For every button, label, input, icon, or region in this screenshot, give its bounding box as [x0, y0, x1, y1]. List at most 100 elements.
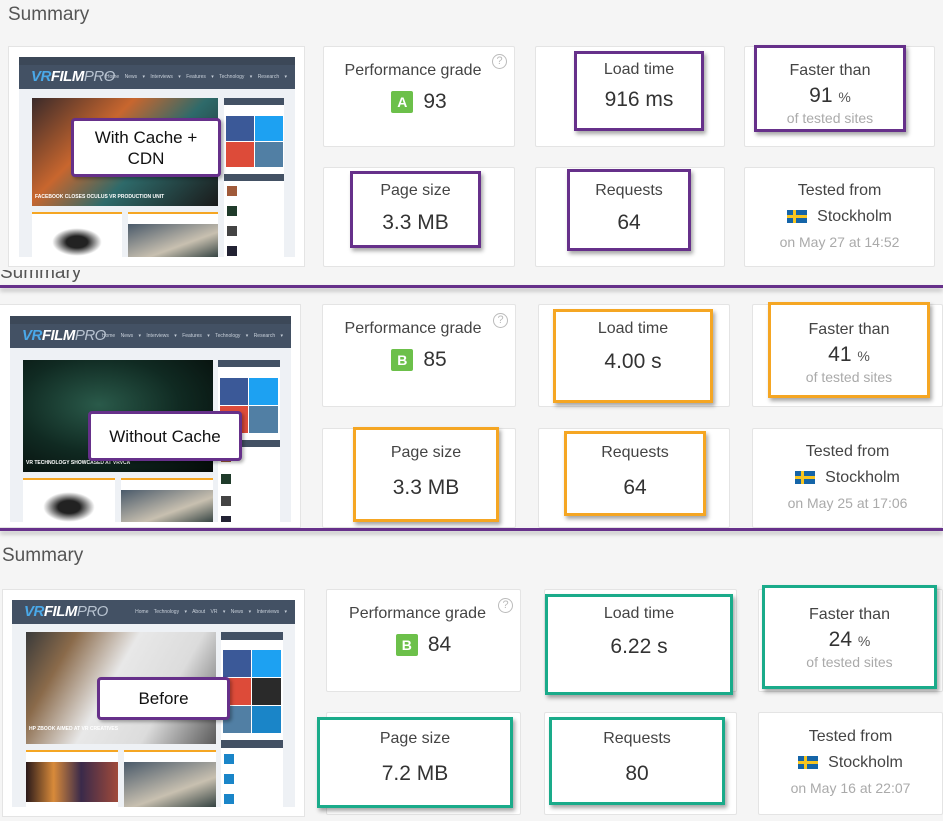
tested-from-label: Tested from — [805, 443, 890, 460]
summary-title: Summary — [2, 545, 84, 566]
grade-badge: B — [395, 634, 418, 657]
sweden-flag-icon — [795, 471, 816, 485]
page-size-highlight: Page size 7.2 MB — [317, 717, 513, 808]
follow-us-header — [224, 98, 284, 105]
sidebar-follow — [221, 632, 283, 807]
page-size-value: 3.3 MB — [392, 476, 460, 499]
summary-title: Summary — [8, 4, 90, 25]
summary-section-before: Summary VRFILMPRO Home Technology ▾ Abou… — [0, 535, 943, 821]
instagram-tile — [255, 142, 283, 167]
load-time-label: Load time — [603, 61, 675, 78]
vr-headset-image — [52, 228, 102, 256]
page-size-label: Page size — [390, 444, 462, 461]
load-time-value: 916 ms — [604, 88, 674, 111]
requests-highlight: Requests 64 — [567, 169, 691, 251]
load-time-value: 6.22 s — [610, 635, 668, 658]
recent-post-thumb — [224, 754, 234, 764]
sweden-flag-icon — [787, 210, 808, 224]
interviews-post — [121, 478, 213, 522]
load-time-value: 4.00 s — [604, 350, 662, 373]
page-size-value: 3.3 MB — [382, 211, 449, 234]
news-post — [32, 212, 122, 257]
twitter-tile — [255, 116, 283, 141]
faster-than-label: Faster than — [809, 606, 890, 623]
load-time-label: Load time — [603, 605, 675, 622]
help-icon[interactable]: ? — [498, 598, 513, 613]
load-time-highlight: Load time 6.22 s — [545, 594, 733, 695]
twitter-tile — [249, 378, 278, 405]
performance-grade-label: Performance grade — [344, 62, 482, 79]
section-separator — [0, 528, 943, 531]
vrfilmpro-logo: VRFILMPRO — [24, 603, 108, 620]
grade-badge: B — [391, 349, 414, 372]
sidebar-follow — [224, 98, 284, 257]
performance-grade-value: B 84 — [327, 633, 520, 657]
requests-value: 64 — [623, 476, 647, 499]
recent-post-header — [221, 740, 283, 748]
landscape-image — [121, 490, 213, 522]
tested-from-date: on May 16 at 22:07 — [790, 780, 911, 796]
site-thumbnail-card: VRFILMPRO Home News ▾ Interviews ▾ Featu… — [8, 46, 305, 267]
requests-label: Requests — [601, 444, 669, 461]
faster-than-value: 91 % — [809, 84, 851, 107]
requests-label: Requests — [603, 730, 671, 747]
recent-post-thumb — [221, 496, 231, 506]
performance-grade-label: Performance grade — [344, 320, 482, 337]
recent-post-thumb — [227, 226, 237, 236]
recent-post-thumb — [224, 774, 234, 784]
interviews-post — [124, 750, 216, 807]
grade-badge: A — [391, 91, 414, 114]
section-separator — [0, 285, 943, 288]
tested-from-location: Stockholm — [759, 754, 942, 772]
faster-than-label: Faster than — [808, 321, 890, 338]
tested-from-date: on May 25 at 17:06 — [787, 495, 908, 511]
facebook-tile — [220, 378, 248, 405]
screenshot-nav: VRFILMPRO Home Technology ▾ About VR ▾ N… — [12, 600, 295, 624]
requests-highlight: Requests 80 — [549, 717, 725, 805]
hero-headline: HP ZBOOK AIMED AT VR CREATIVES — [29, 726, 119, 732]
performance-grade-value: A 93 — [324, 90, 514, 114]
news-post — [26, 750, 118, 807]
annotation-label: Before — [97, 677, 230, 720]
performance-grade-label: Performance grade — [349, 605, 486, 622]
help-icon[interactable]: ? — [492, 54, 507, 69]
summary-section-without-cache: VRFILMPRO Home News ▾ Interviews ▾ Featu… — [0, 290, 943, 530]
load-time-highlight: Load time 916 ms — [574, 51, 704, 131]
page-size-highlight: Page size 3.3 MB — [353, 427, 499, 522]
facebook-tile — [223, 650, 251, 677]
faster-than-highlight: Faster than 41 % of tested sites — [768, 302, 930, 398]
faster-than-highlight: Faster than 24 % of tested sites — [762, 585, 937, 689]
screenshot-nav: VRFILMPRO Home News ▾ Interviews ▾ Featu… — [19, 65, 295, 89]
tested-from-card: Tested from Stockholm on May 25 at 17:06 — [752, 428, 943, 528]
page-size-label: Page size — [380, 182, 451, 199]
load-time-highlight: Load time 4.00 s — [553, 309, 713, 403]
recent-post-thumb — [227, 186, 237, 196]
tested-from-label: Tested from — [808, 728, 893, 745]
recent-post-thumb — [221, 516, 231, 522]
tested-from-card: Tested from Stockholm on May 27 at 14:52 — [744, 167, 935, 267]
screenshot-nav: VRFILMPRO Home News ▾ Interviews ▾ Featu… — [10, 324, 291, 348]
hero-headline: FACEBOOK CLOSES OCULUS VR PRODUCTION UNI… — [35, 194, 165, 200]
news-post — [23, 478, 115, 522]
requests-value: 64 — [617, 211, 641, 234]
site-thumbnail-card: VRFILMPRO Home News ▾ Interviews ▾ Featu… — [0, 304, 301, 528]
recent-post-thumb — [227, 246, 237, 256]
vrfilmpro-logo: VRFILMPRO — [31, 68, 115, 85]
requests-highlight: Requests 64 — [564, 431, 706, 516]
tested-from-label: Tested from — [797, 182, 882, 199]
recent-post-thumb — [227, 206, 237, 216]
requests-label: Requests — [595, 182, 663, 199]
tested-from-location: Stockholm — [753, 469, 942, 487]
instagram-tile — [249, 406, 278, 433]
faster-than-label: Faster than — [789, 62, 871, 79]
sweden-flag-icon — [798, 756, 819, 770]
recent-post-header — [224, 174, 284, 181]
faster-than-sub: of tested sites — [786, 110, 874, 126]
faster-than-highlight: Faster than 91 % of tested sites — [754, 45, 906, 132]
faster-than-sub: of tested sites — [805, 369, 893, 385]
tested-from-card: Tested from Stockholm on May 16 at 22:07 — [758, 712, 943, 815]
summary-section-with-cache-cdn: Summary VRFILMPRO Home News ▾ Interviews… — [0, 0, 943, 270]
help-icon[interactable]: ? — [493, 313, 508, 328]
facebook-tile — [226, 116, 254, 141]
video-collage-image — [26, 762, 118, 802]
